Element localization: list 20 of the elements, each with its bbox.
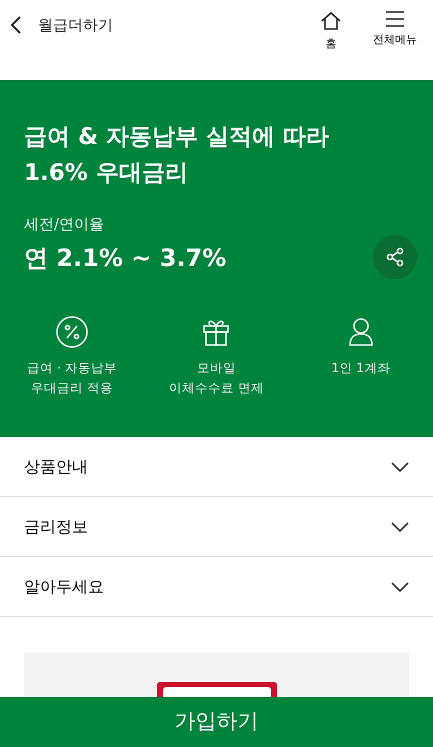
feature-text: 급여 · 자동납부 우대금리 적용 [27,358,118,397]
chevron-icon [391,522,409,532]
page-title: 월급더하기 [38,15,113,36]
share-button[interactable] [373,235,417,279]
chevron-icon [391,462,409,472]
hero-title: 급여 & 자동납부 실적에 따라 1.6% 우대금리 [24,123,330,188]
feature-text: 1인 1계좌 [331,358,390,377]
share-icon [385,247,405,267]
menu-icon [385,10,405,28]
feature-text: 모바일 이체수수료 면제 [169,358,264,397]
menu-button[interactable]: 전체메뉴 [371,10,419,48]
percent-icon [55,314,90,349]
back-button[interactable] [10,15,22,35]
home-icon [320,10,342,32]
rate-label: 세전/연이율 [24,214,106,236]
rate-text: 연 2.1% ~ 3.7% [24,242,226,274]
chevron-icon [391,582,409,592]
join-button[interactable]: 가입하기 [0,697,433,747]
person-icon [348,316,374,347]
home-button[interactable]: 홈 [307,10,355,52]
